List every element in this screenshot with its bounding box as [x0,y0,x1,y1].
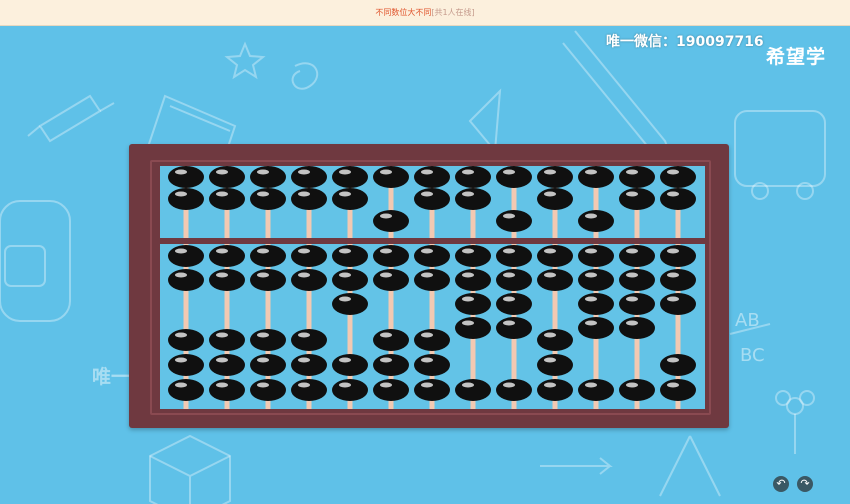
next-button[interactable]: ↷ [797,476,813,492]
undo-arrow-icon: ↶ [776,477,786,490]
redo-arrow-icon: ↷ [800,477,810,490]
abacus-inner-border [150,160,711,415]
prev-button[interactable]: ↶ [773,476,789,492]
